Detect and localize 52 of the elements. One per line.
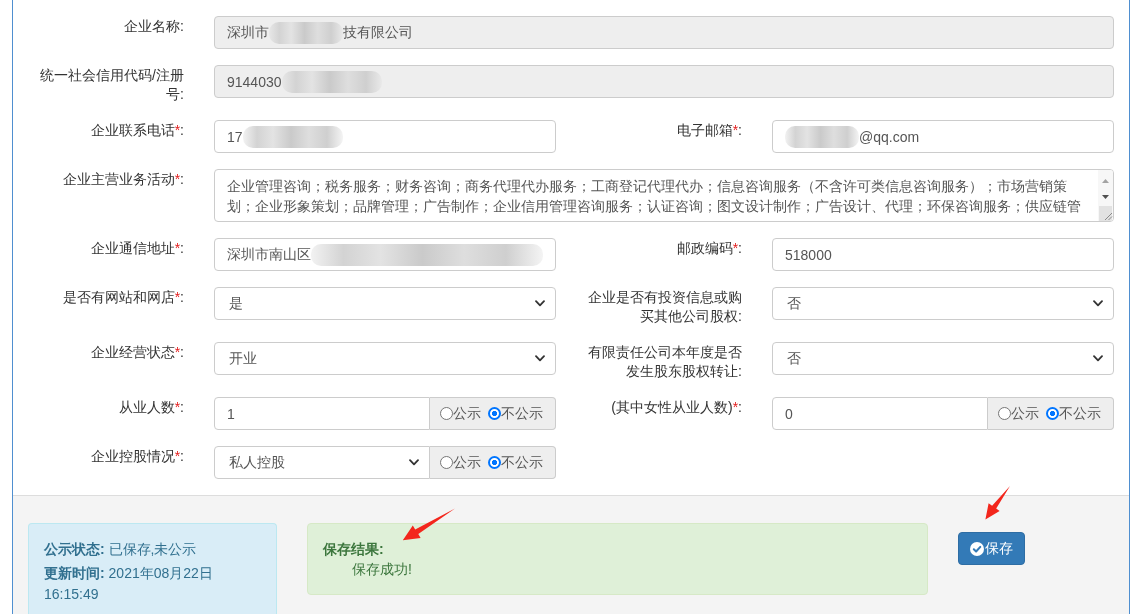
radio-label[interactable]: 公示 <box>453 404 481 423</box>
radio-label[interactable]: 不公示 <box>501 453 543 472</box>
select-field[interactable]: 否 <box>772 342 1114 375</box>
field-label: 企业经营状态*: <box>90 343 184 362</box>
field-label: 企业联系电话*: <box>90 121 184 140</box>
textarea-field[interactable]: 企业管理咨询；税务服务；财务咨询；商务代理代办服务；工商登记代理代办；信息咨询服务（不含许可类信息咨询服务）；市场营销策划；企业形象策划；品牌管理；广告制作；企业信用管理咨询服务；认证咨询；图文设计制作；广告设计、代理；环保咨询服务；供应链管 <box>214 169 1114 222</box>
scrollbar[interactable] <box>1098 170 1113 221</box>
annotation-arrow <box>402 508 455 541</box>
radio-button[interactable] <box>440 456 453 469</box>
caret-icon <box>1093 300 1103 307</box>
select-field[interactable]: 私人控股 <box>214 446 430 479</box>
radio-button[interactable] <box>998 407 1011 420</box>
save-button[interactable]: 保存 <box>958 532 1025 565</box>
radio-button[interactable] <box>488 407 501 420</box>
annotation-arrow <box>985 486 1010 520</box>
radio-button[interactable] <box>1046 407 1059 420</box>
radio-button[interactable] <box>440 407 453 420</box>
caret-icon <box>1093 355 1103 362</box>
result-title: 保存结果: <box>323 540 385 559</box>
field-label: 邮政编码*: <box>676 239 742 258</box>
field-label: 企业是否有投资信息或购买其他公司股权: <box>587 288 742 326</box>
status-text: 更新时间: 2021年08月22日 16:15:49 <box>44 564 214 604</box>
field-label: 企业名称: <box>124 17 184 36</box>
caret-icon <box>535 355 545 362</box>
caret-icon <box>535 300 545 307</box>
select-field[interactable]: 是 <box>214 287 556 320</box>
radio-button[interactable] <box>488 456 501 469</box>
input-field[interactable]: 518000 <box>772 238 1114 271</box>
field-label: 企业主营业务活动*: <box>62 170 184 189</box>
radio-label[interactable]: 公示 <box>1011 404 1039 423</box>
radio-label[interactable]: 不公示 <box>1059 404 1101 423</box>
field-label: 是否有网站和网店*: <box>62 288 184 307</box>
check-circle-icon <box>970 541 984 556</box>
radio-label[interactable]: 公示 <box>453 453 481 472</box>
result-message: 保存成功! <box>351 560 413 579</box>
input-field[interactable]: @qq.com <box>772 120 1114 153</box>
input-field[interactable]: 17 <box>214 120 556 153</box>
input-field[interactable]: 0 <box>772 397 988 430</box>
field-label: 有限责任公司本年度是否发生股东股权转让: <box>587 343 742 381</box>
field-label: 电子邮箱*: <box>676 121 742 140</box>
input-field[interactable]: 深圳市南山区 <box>214 238 556 271</box>
select-field[interactable]: 否 <box>772 287 1114 320</box>
caret-icon <box>409 459 419 466</box>
field-label: 企业通信地址*: <box>90 239 184 258</box>
field-label: 统一社会信用代码/注册号: <box>39 66 184 104</box>
field-label: 企业控股情况*: <box>90 447 184 466</box>
radio-label[interactable]: 不公示 <box>501 404 543 423</box>
select-field[interactable]: 开业 <box>214 342 556 375</box>
input-field[interactable]: 1 <box>214 397 430 430</box>
field-label: (其中女性从业人数)*: <box>611 398 742 417</box>
status-text: 公示状态: 已保存,未公示 <box>44 540 198 559</box>
field-label: 从业人数*: <box>118 398 184 417</box>
